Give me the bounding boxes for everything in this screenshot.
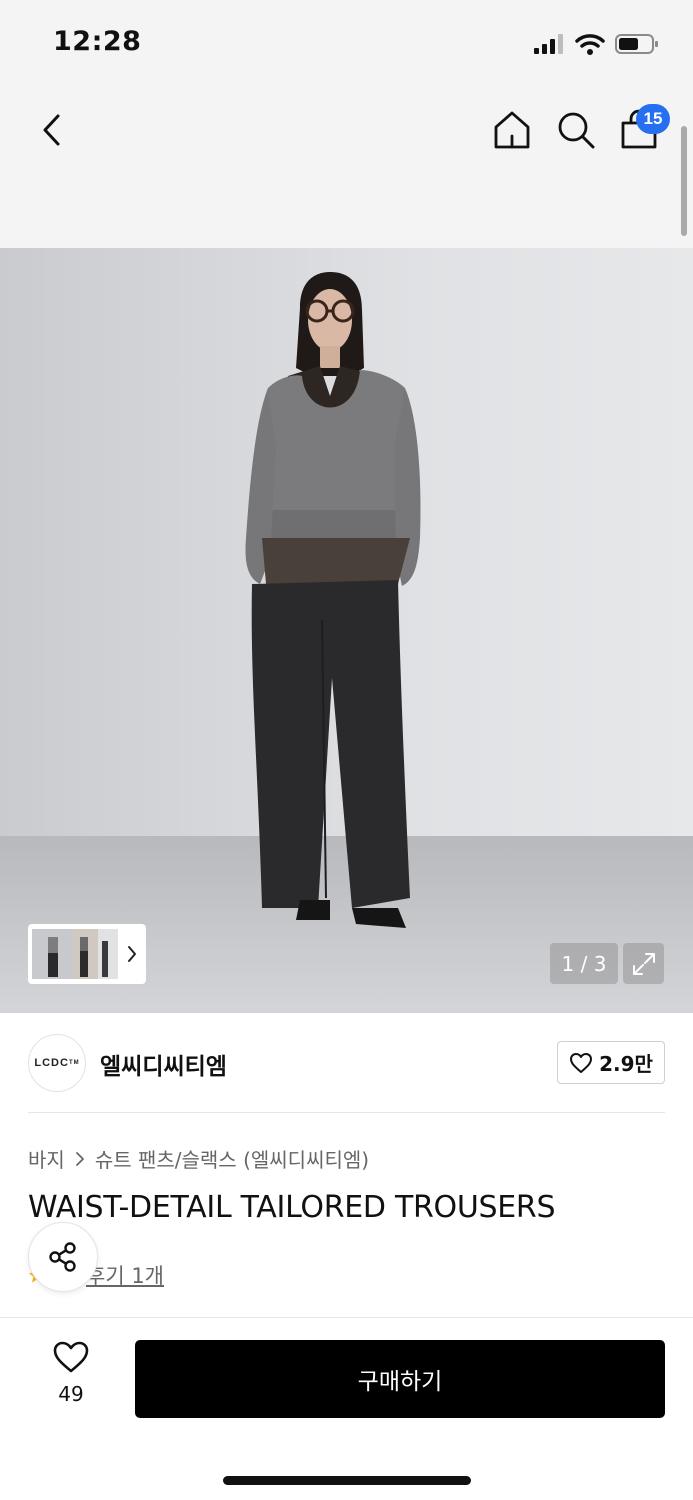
search-icon bbox=[558, 112, 595, 149]
search-button[interactable] bbox=[554, 108, 598, 152]
divider bbox=[28, 1112, 665, 1113]
breadcrumb: 바지 슈트 팬츠/슬랙스 (엘씨디씨티엠) bbox=[28, 1144, 369, 1173]
home-indicator bbox=[223, 1476, 471, 1485]
thumbnail-image bbox=[32, 929, 118, 979]
thumbnail-strip[interactable] bbox=[28, 924, 146, 984]
brand-like-count: 2.9만 bbox=[599, 1052, 653, 1076]
product-image[interactable] bbox=[0, 248, 693, 1013]
home-button[interactable] bbox=[490, 108, 534, 152]
back-button[interactable] bbox=[30, 108, 74, 152]
back-icon bbox=[43, 114, 60, 146]
brand-name[interactable]: 엘씨디씨티엠 bbox=[100, 1047, 227, 1081]
status-icons bbox=[533, 30, 659, 58]
share-icon bbox=[49, 1242, 76, 1272]
brand-logo[interactable]: LCDC TM bbox=[28, 1034, 86, 1092]
product-title: WAIST-DETAIL TAILORED TROUSERS bbox=[28, 1190, 556, 1225]
breadcrumb-subcategory[interactable]: 슈트 팬츠/슬랙스 (엘씨디씨티엠) bbox=[95, 1144, 369, 1173]
heart-icon bbox=[53, 1341, 89, 1373]
wish-button[interactable]: 49 bbox=[40, 1340, 102, 1418]
image-counter: 1 / 3 bbox=[550, 943, 618, 984]
chevron-right-icon bbox=[75, 1151, 85, 1167]
status-bar: 12:28 bbox=[0, 0, 693, 88]
brand-logo-mark: TM bbox=[68, 1060, 80, 1066]
bottom-bar-divider bbox=[0, 1317, 693, 1318]
home-icon bbox=[494, 111, 530, 149]
status-time: 12:28 bbox=[53, 26, 142, 57]
buy-button[interactable]: 구매하기 bbox=[135, 1340, 665, 1418]
battery-icon bbox=[615, 34, 658, 54]
scroll-indicator bbox=[681, 126, 687, 236]
cart-count-badge: 15 bbox=[636, 104, 670, 134]
wifi-icon bbox=[575, 34, 605, 55]
review-link[interactable]: 후기 1개 bbox=[86, 1260, 164, 1290]
model-figure bbox=[245, 272, 421, 928]
expand-icon bbox=[632, 952, 655, 975]
brand-like-button[interactable]: 2.9만 bbox=[557, 1041, 665, 1084]
wish-count: 49 bbox=[58, 1382, 84, 1406]
nav-bar: 15 bbox=[0, 88, 693, 248]
expand-image-button[interactable] bbox=[623, 943, 664, 984]
brand-logo-text: LCDC bbox=[34, 1057, 69, 1069]
brand-row: LCDC TM 엘씨디씨티엠 2.9만 bbox=[28, 1034, 665, 1094]
chevron-right-icon bbox=[128, 946, 136, 962]
heart-icon bbox=[570, 1052, 593, 1073]
breadcrumb-category[interactable]: 바지 bbox=[28, 1144, 65, 1173]
share-button[interactable] bbox=[28, 1222, 98, 1292]
signal-icon bbox=[534, 34, 563, 54]
